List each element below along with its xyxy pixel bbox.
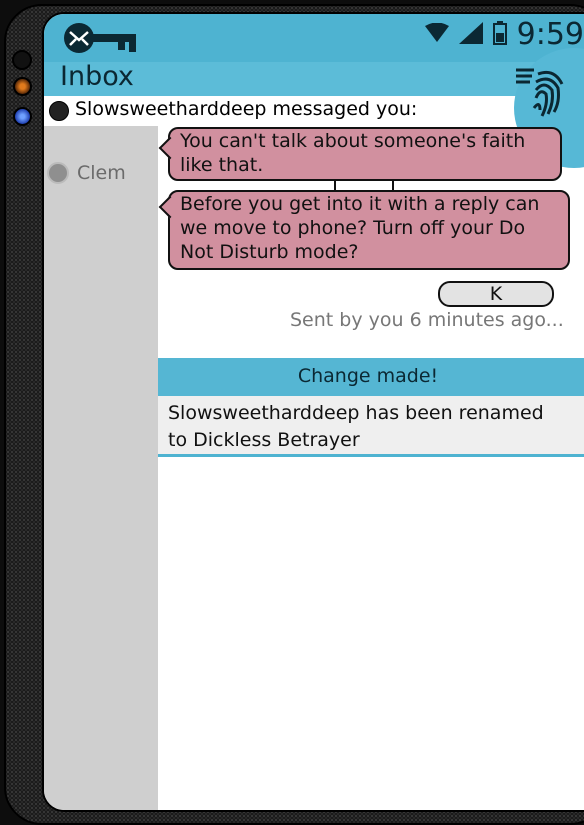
notification-bar[interactable]: Slowsweetharddeep messaged you: [44,96,584,126]
contact-item-clem[interactable]: Clem [47,162,126,184]
change-details: Slowsweetharddeep has been renamed to Di… [158,396,584,457]
signal-icon [458,21,483,48]
notification-text: Slowsweetharddeep messaged you: [75,98,418,120]
contact-avatar [47,162,69,184]
message-bubble[interactable]: You can't talk about someone's faith lik… [168,127,562,181]
message-text: You can't talk about someone's faith lik… [180,130,526,176]
contact-name: Clem [77,162,126,184]
sent-timestamp: Sent by you 6 minutes ago... [290,309,564,331]
wifi-icon [424,22,449,47]
message-text: Before you get into it with a reply can … [180,193,540,263]
avatar [49,101,69,121]
mail-key-logo-icon [62,21,140,59]
battery-icon [492,20,507,49]
change-title: Change made! [297,365,439,387]
message-bubble[interactable]: Before you get into it with a reply can … [168,190,570,270]
sensor-blue-icon [13,107,32,126]
status-bar: 9:59 [44,14,584,62]
fingerprint-icon[interactable] [514,66,566,122]
screen: 9:59 Inbox Slowsweetharddeep messaged yo… [42,12,584,812]
sensor-orange-icon [13,77,32,96]
contact-list [44,126,158,810]
change-banner: Change made! [158,358,584,396]
page-title: Inbox [60,61,134,92]
sent-message-bubble[interactable]: K [438,281,554,307]
title-bar: Inbox [44,61,584,96]
clock: 9:59 [516,17,584,52]
sent-message-text: K [489,283,503,305]
change-text: Slowsweetharddeep has been renamed to Di… [168,402,544,451]
front-camera-icon [12,50,32,70]
